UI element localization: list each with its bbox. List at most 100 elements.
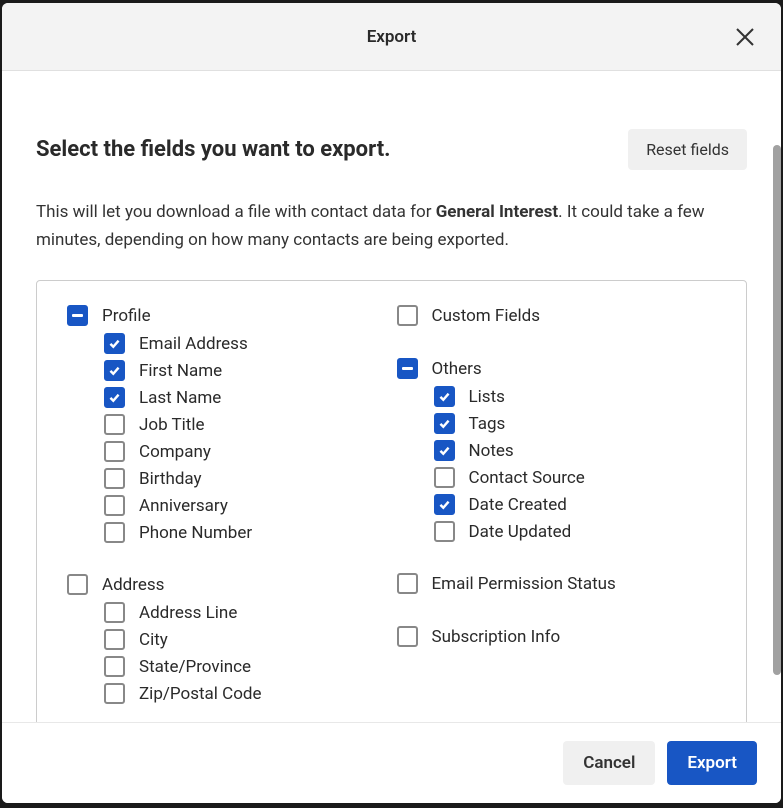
- check-icon: [108, 364, 121, 377]
- group-checkbox[interactable]: [397, 626, 418, 647]
- field-item: Job Title: [104, 411, 387, 438]
- group-header: Custom Fields: [397, 305, 717, 326]
- field-group: Custom Fields: [397, 305, 717, 330]
- left-column: Profile Email Address First Name Last Name J…: [67, 305, 387, 722]
- modal-header: Export: [2, 3, 781, 71]
- export-button[interactable]: Export: [667, 741, 757, 785]
- field-group: Email Permission Status: [397, 573, 717, 598]
- field-checkbox[interactable]: [434, 413, 455, 434]
- export-modal: Export Select the fields you want to exp…: [2, 3, 781, 803]
- close-icon: [734, 26, 756, 48]
- group-header: Email Permission Status: [397, 573, 717, 594]
- indeterminate-icon: [72, 314, 83, 317]
- group-header: Others: [397, 358, 717, 379]
- field-checkbox[interactable]: [104, 656, 125, 677]
- group-checkbox[interactable]: [397, 573, 418, 594]
- field-label: Tags: [469, 414, 506, 434]
- group-label: Address: [102, 575, 164, 595]
- field-checkbox[interactable]: [104, 629, 125, 650]
- group-items: Lists Tags Notes Contact Source Date Created…: [434, 383, 717, 545]
- field-checkbox[interactable]: [104, 441, 125, 462]
- indeterminate-icon: [402, 367, 413, 370]
- field-label: Job Title: [139, 415, 205, 435]
- field-label: Last Name: [139, 388, 221, 408]
- field-item: City: [104, 626, 387, 653]
- group-checkbox[interactable]: [397, 305, 418, 326]
- field-label: Birthday: [139, 469, 202, 489]
- description-pre: This will let you download a file with c…: [36, 202, 436, 222]
- field-label: Zip/Postal Code: [139, 684, 262, 704]
- field-checkbox[interactable]: [434, 440, 455, 461]
- description-text: This will let you download a file with c…: [36, 198, 747, 254]
- group-checkbox[interactable]: [67, 574, 88, 595]
- group-checkbox[interactable]: [397, 358, 418, 379]
- field-item: First Name: [104, 357, 387, 384]
- field-item: Email Address: [104, 330, 387, 357]
- modal-footer: Cancel Export: [2, 722, 781, 803]
- field-checkbox[interactable]: [434, 494, 455, 515]
- field-item: Phone Number: [104, 519, 387, 546]
- field-item: Date Updated: [434, 518, 717, 545]
- field-checkbox[interactable]: [104, 522, 125, 543]
- field-checkbox[interactable]: [104, 495, 125, 516]
- field-group: Others Lists Tags Notes Contact Source Date C…: [397, 358, 717, 545]
- field-label: Phone Number: [139, 523, 252, 543]
- description-bold: General Interest: [436, 202, 558, 222]
- field-group: Subscription Info: [397, 626, 717, 651]
- field-checkbox[interactable]: [434, 467, 455, 488]
- modal-body: Select the fields you want to export. Re…: [2, 71, 781, 722]
- field-item: Address Line: [104, 599, 387, 626]
- modal-title: Export: [367, 27, 417, 47]
- reset-fields-button[interactable]: Reset fields: [628, 129, 747, 170]
- field-item: Anniversary: [104, 492, 387, 519]
- field-label: State/Province: [139, 657, 251, 677]
- field-label: Date Updated: [469, 522, 572, 542]
- field-checkbox[interactable]: [104, 333, 125, 354]
- check-icon: [438, 417, 451, 430]
- heading-row: Select the fields you want to export. Re…: [36, 129, 747, 170]
- field-item: Birthday: [104, 465, 387, 492]
- field-item: Zip/Postal Code: [104, 680, 387, 707]
- group-label: Custom Fields: [432, 306, 540, 326]
- check-icon: [438, 498, 451, 511]
- page-heading: Select the fields you want to export.: [36, 137, 391, 162]
- field-item: Contact Source: [434, 464, 717, 491]
- field-label: Date Created: [469, 495, 567, 515]
- field-checkbox[interactable]: [104, 360, 125, 381]
- field-item: Notes: [434, 437, 717, 464]
- group-label: Email Permission Status: [432, 574, 616, 594]
- field-item: Lists: [434, 383, 717, 410]
- field-checkbox[interactable]: [104, 387, 125, 408]
- field-checkbox[interactable]: [104, 414, 125, 435]
- check-icon: [108, 391, 121, 404]
- field-label: Address Line: [139, 603, 237, 623]
- group-items: Email Address First Name Last Name Job Titl…: [104, 330, 387, 546]
- group-header: Profile: [67, 305, 387, 326]
- group-checkbox[interactable]: [67, 305, 88, 326]
- right-column: Custom Fields Others Lists Tags Notes Contact…: [397, 305, 717, 722]
- field-checkbox[interactable]: [104, 602, 125, 623]
- group-label: Profile: [102, 306, 151, 326]
- group-label: Others: [432, 359, 482, 379]
- scrollbar[interactable]: [773, 145, 781, 675]
- field-checkbox[interactable]: [104, 683, 125, 704]
- field-item: Tags: [434, 410, 717, 437]
- field-checkbox[interactable]: [104, 468, 125, 489]
- field-label: First Name: [139, 361, 222, 381]
- field-label: Contact Source: [469, 468, 585, 488]
- group-header: Subscription Info: [397, 626, 717, 647]
- check-icon: [108, 337, 121, 350]
- field-checkbox[interactable]: [434, 386, 455, 407]
- field-label: Anniversary: [139, 496, 228, 516]
- field-item: Date Created: [434, 491, 717, 518]
- field-group: Address Address Line City State/Province Zip…: [67, 574, 387, 707]
- group-items: Address Line City State/Province Zip/Postal…: [104, 599, 387, 707]
- field-label: Lists: [469, 387, 505, 407]
- close-button[interactable]: [731, 23, 759, 51]
- field-checkbox[interactable]: [434, 521, 455, 542]
- field-label: Notes: [469, 441, 514, 461]
- group-label: Subscription Info: [432, 627, 561, 647]
- field-item: State/Province: [104, 653, 387, 680]
- field-label: City: [139, 630, 168, 650]
- cancel-button[interactable]: Cancel: [563, 741, 655, 785]
